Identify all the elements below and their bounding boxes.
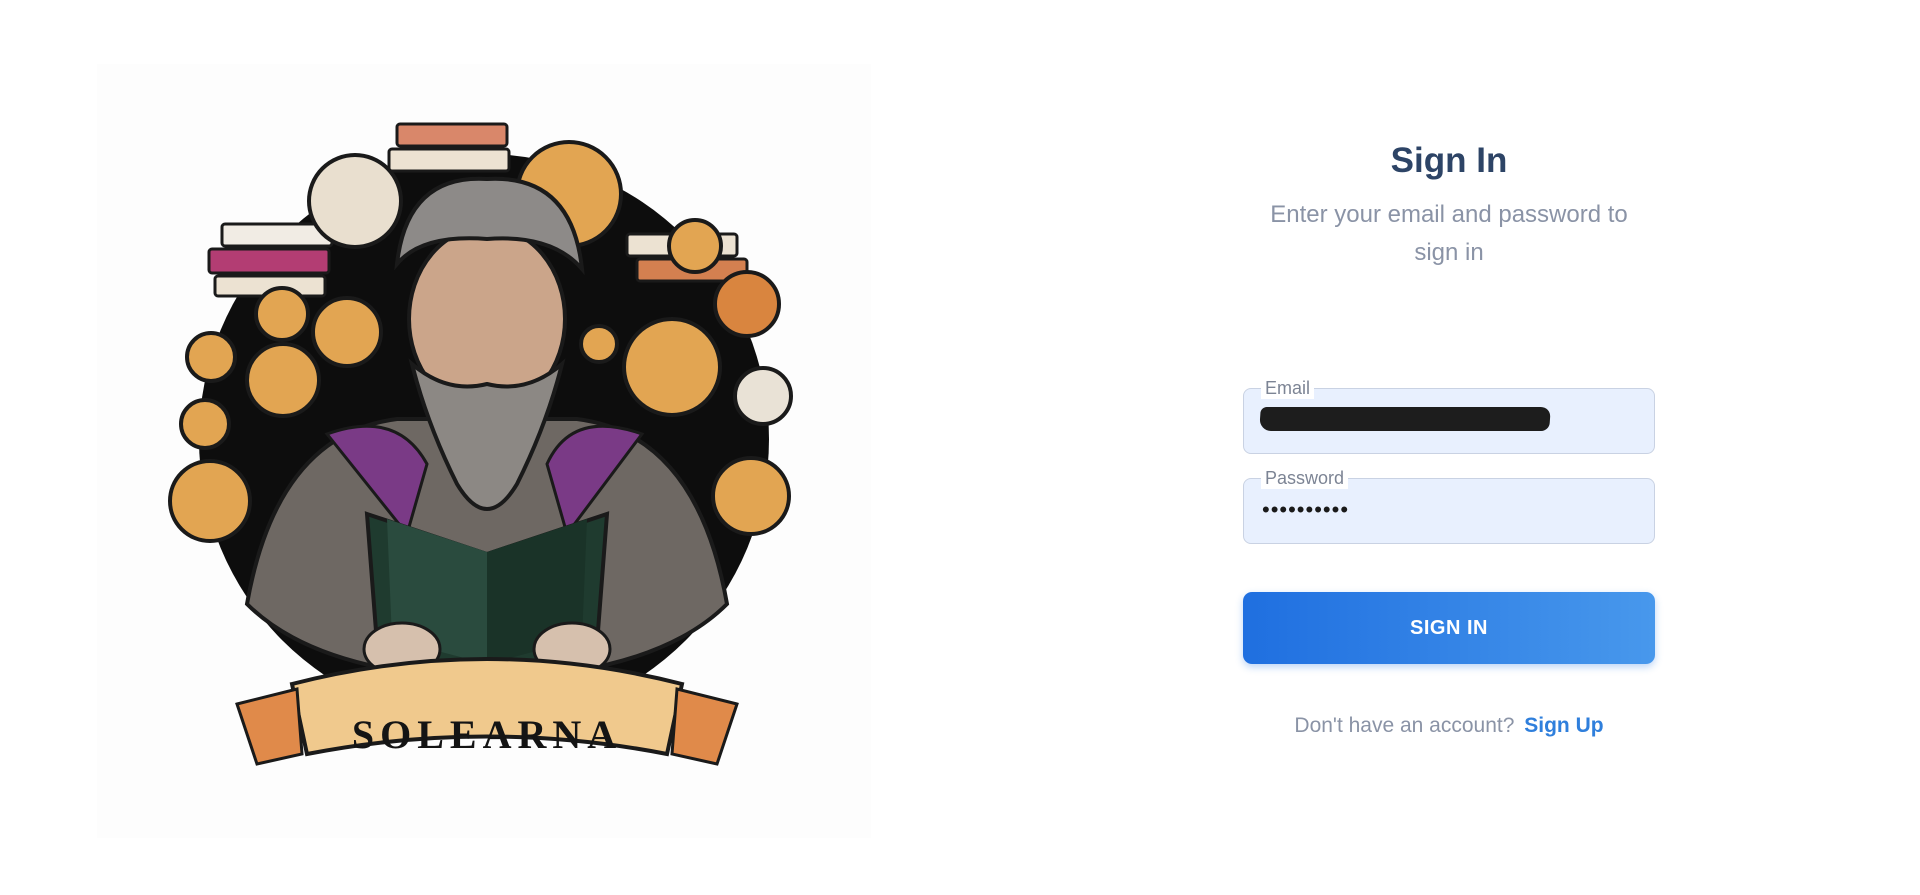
logo-illustration: SOLEARNA: [97, 64, 871, 838]
page-subtitle: Enter your email and password to sign in: [1270, 201, 1628, 266]
signup-prompt-row: Don't have an account? Sign Up: [1243, 714, 1655, 738]
password-label: Password: [1261, 467, 1349, 489]
book-stack-left: [207, 222, 334, 298]
page-title: Sign In: [1390, 141, 1508, 180]
wizard-logo: SOLEARNA: [168, 122, 793, 766]
email-field[interactable]: Email: [1243, 377, 1655, 454]
password-value: ••••••••••: [1262, 497, 1350, 522]
password-field[interactable]: Password ••••••••••: [1243, 467, 1655, 544]
email-label: Email: [1261, 377, 1315, 399]
banner-text: SOLEARNA: [352, 712, 622, 757]
signin-button[interactable]: SIGN IN: [1243, 592, 1655, 664]
signup-link[interactable]: Sign Up: [1524, 714, 1603, 737]
signin-form: Sign In Enter your email and password to…: [1243, 140, 1655, 738]
signup-prompt: Don't have an account?: [1294, 714, 1515, 737]
redacted-email-value: [1259, 407, 1551, 431]
book-stack-top: [387, 122, 511, 173]
